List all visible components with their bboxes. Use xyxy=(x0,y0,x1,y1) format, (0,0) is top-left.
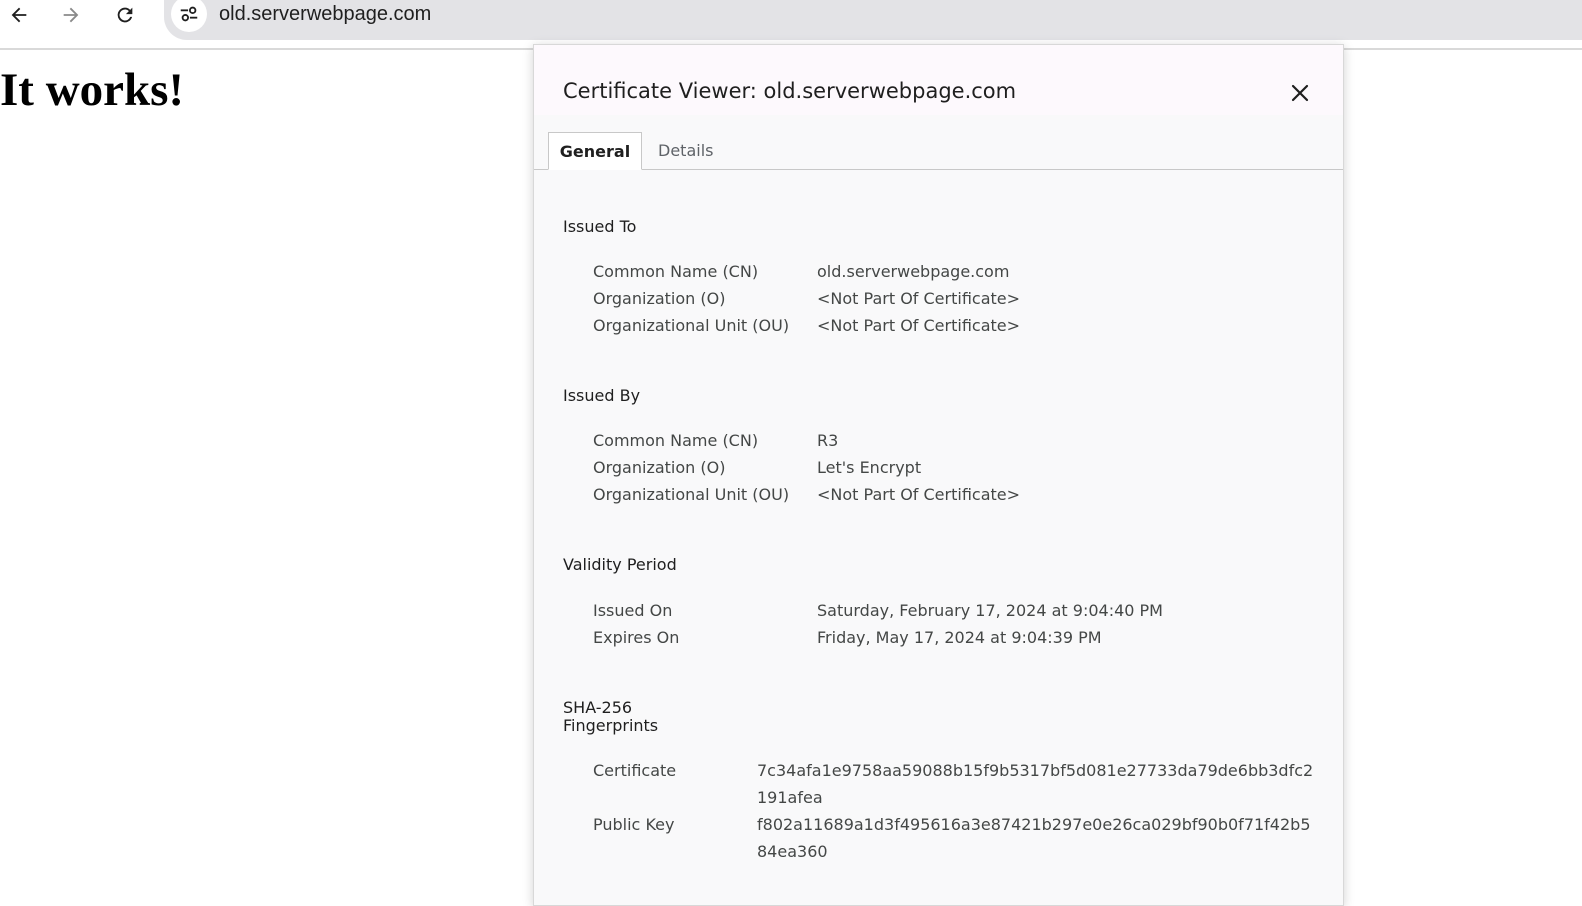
field-value: Friday, May 17, 2024 at 9:04:39 PM xyxy=(817,628,1102,647)
field-label: Public Key xyxy=(593,815,675,834)
field-value: <Not Part Of Certificate> xyxy=(817,485,1021,504)
tune-icon xyxy=(180,6,198,22)
url-text[interactable]: old.serverwebpage.com xyxy=(219,2,431,26)
arrow-forward-icon xyxy=(63,7,79,23)
field-label: Organization (O) xyxy=(593,289,726,308)
field-label: Expires On xyxy=(593,628,680,647)
page-heading: It works! xyxy=(0,64,185,116)
address-bar[interactable]: old.serverwebpage.com xyxy=(164,0,1582,40)
public-key-fingerprint: f802a11689a1d3f495616a3e87421b297e0e26ca… xyxy=(757,815,1311,861)
field-value: Saturday, February 17, 2024 at 9:04:40 P… xyxy=(817,601,1163,620)
dialog-title: Certificate Viewer: old.serverwebpage.co… xyxy=(563,79,1017,103)
field-value: Let's Encrypt xyxy=(817,458,922,477)
field-value: <Not Part Of Certificate> xyxy=(817,289,1021,308)
back-button[interactable] xyxy=(3,0,35,30)
dialog-header: Certificate Viewer: old.serverwebpage.co… xyxy=(534,45,1343,115)
reload-icon xyxy=(117,7,133,23)
section-title-validity: Validity Period xyxy=(563,555,677,574)
field-label: Organizational Unit (OU) xyxy=(593,316,790,335)
field-label: Issued On xyxy=(593,601,673,620)
field-value: R3 xyxy=(817,431,839,450)
site-info-button[interactable] xyxy=(171,0,207,32)
forward-button[interactable] xyxy=(55,0,87,30)
close-icon xyxy=(1291,84,1309,102)
field-label: Organizational Unit (OU) xyxy=(593,485,790,504)
arrow-back-icon xyxy=(11,7,27,23)
tab-general[interactable]: General xyxy=(548,132,642,170)
certificate-fingerprint: 7c34afa1e9758aa59088b15f9b5317bf5d081e27… xyxy=(757,761,1314,807)
section-title-issued-by: Issued By xyxy=(563,386,641,405)
tab-details[interactable]: Details xyxy=(658,132,728,169)
section-title-fingerprints-line2: Fingerprints xyxy=(563,716,659,735)
field-label: Common Name (CN) xyxy=(593,262,759,281)
field-label: Certificate xyxy=(593,761,677,780)
field-label: Common Name (CN) xyxy=(593,431,759,450)
tab-bar: General Details xyxy=(534,132,1343,170)
section-title-issued-to: Issued To xyxy=(563,217,637,236)
browser-toolbar: old.serverwebpage.com xyxy=(0,0,1582,50)
field-value: <Not Part Of Certificate> xyxy=(817,316,1021,335)
section-title-fingerprints: SHA-256 xyxy=(563,698,633,717)
field-value: old.serverwebpage.com xyxy=(817,262,1010,281)
reload-button[interactable] xyxy=(109,0,141,30)
certificate-viewer-dialog: Certificate Viewer: old.serverwebpage.co… xyxy=(533,44,1344,906)
close-button[interactable] xyxy=(1286,79,1314,107)
field-label: Organization (O) xyxy=(593,458,726,477)
